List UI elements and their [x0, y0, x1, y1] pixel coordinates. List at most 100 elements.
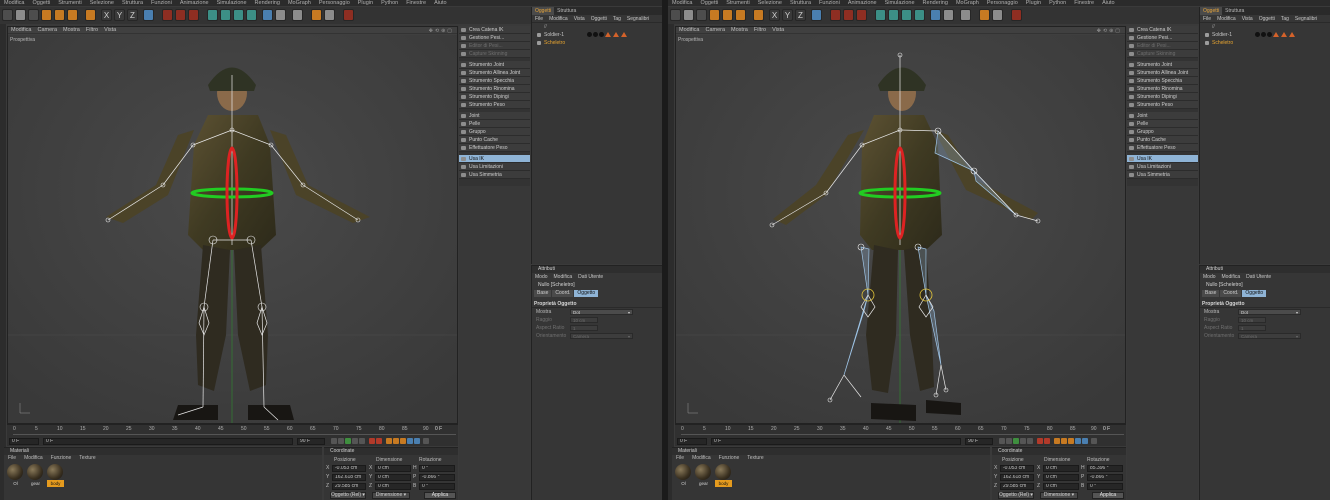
position-y-field[interactable]: 162.618 cm [332, 474, 366, 481]
rotation-p-field[interactable]: -0.866 ° [419, 474, 455, 481]
cmd-crea-catena-ik[interactable]: Crea Catena IK [1127, 26, 1198, 34]
array-icon[interactable] [914, 9, 925, 21]
material-menu-item[interactable]: Funzione [715, 455, 744, 462]
object-row-soldier[interactable]: Soldier-1 [532, 31, 662, 39]
menu-item[interactable]: Plugin [1022, 0, 1045, 6]
om-menu-item[interactable]: Oggetti [1256, 15, 1278, 23]
viewport-menu-item[interactable]: Vista [769, 27, 787, 34]
render-view-icon[interactable] [162, 9, 173, 21]
cmd-strumento-specchia[interactable]: Strumento Specchia [459, 77, 530, 85]
render-view-icon[interactable] [830, 9, 841, 21]
frame-range-slider[interactable]: 0 F [43, 438, 293, 445]
aspect-ratio-field[interactable]: 1 [1238, 325, 1266, 331]
orientamento-dropdown[interactable]: Camera [1238, 333, 1301, 340]
viewport-menu-item[interactable]: Mostra [60, 27, 83, 34]
go-to-end-icon[interactable] [359, 438, 365, 444]
render-settings-icon[interactable] [188, 9, 199, 21]
autokey-icon[interactable] [376, 438, 382, 444]
cube-icon[interactable] [875, 9, 886, 21]
material-tag-icon[interactable] [1255, 32, 1260, 37]
range-end-field[interactable]: 90 F [297, 438, 325, 445]
undo-icon[interactable] [2, 9, 13, 21]
menu-item[interactable]: Finestre [402, 0, 430, 6]
cmd-editor-di-pesi[interactable]: Editor di Pesi... [459, 42, 530, 50]
scene-3d-left[interactable]: Prospettiva [8, 35, 457, 423]
menu-item[interactable]: Aiuto [430, 0, 451, 6]
recent-tool-icon[interactable] [85, 9, 96, 21]
menu-item[interactable]: Funzioni [147, 0, 176, 6]
rotation-b-field[interactable]: 0 ° [419, 483, 455, 490]
viewport-menu-item[interactable]: Camera [702, 27, 728, 34]
record-keys-icon[interactable] [1037, 438, 1043, 444]
live-selection-icon[interactable] [696, 9, 707, 21]
weight-tag-icon[interactable] [1281, 32, 1287, 37]
rotate-icon[interactable] [67, 9, 78, 21]
am-menu-item[interactable]: Modo [1200, 273, 1219, 281]
material-tag-icon[interactable] [1261, 32, 1266, 37]
live-selection-icon[interactable] [28, 9, 39, 21]
om-menu-item[interactable]: Vista [1239, 15, 1256, 23]
om-menu-item[interactable]: File [532, 15, 546, 23]
material-tag-icon[interactable] [593, 32, 598, 37]
cmd-punto-cache[interactable]: Punto Cache [1127, 136, 1198, 144]
range-end-field[interactable]: 90 F [965, 438, 993, 445]
om-menu-item[interactable]: Vista [571, 15, 588, 23]
material-tag-icon[interactable] [587, 32, 592, 37]
cmd-strumento-rinomina[interactable]: Strumento Rinomina [1127, 85, 1198, 93]
size-y-field[interactable]: 0 cm [1043, 474, 1079, 481]
cmd-strumento-rinomina[interactable]: Strumento Rinomina [459, 85, 530, 93]
start-frame-field[interactable]: 0 F [677, 438, 707, 445]
start-frame-field[interactable]: 0 F [9, 438, 39, 445]
om-menu-item[interactable]: File [1200, 15, 1214, 23]
object-row-soldier[interactable]: Soldier-1 [1200, 31, 1330, 39]
cmd-usa-limitazioni[interactable]: Usa Limitazioni [1127, 163, 1198, 171]
menu-item[interactable]: Modifica [668, 0, 696, 6]
viewport-navigation-icons[interactable]: ✥⟲⊕▢ [429, 28, 454, 34]
viewport-menu-item[interactable]: Modifica [8, 27, 34, 34]
menu-item[interactable]: Strumenti [722, 0, 754, 6]
menu-item[interactable]: Selezione [86, 0, 118, 6]
material-menu-item[interactable]: Funzione [47, 455, 76, 462]
rotation-b-field[interactable]: 0 ° [1087, 483, 1123, 490]
menu-item[interactable]: MoGraph [284, 0, 315, 6]
coordinate-mode-dropdown[interactable]: Oggetto (Rel) ▾ [330, 492, 366, 499]
om-menu-item[interactable]: Modifica [546, 15, 571, 23]
om-menu-item[interactable]: Modifica [1214, 15, 1239, 23]
autokey-icon[interactable] [1044, 438, 1050, 444]
viewport-navigation-icons[interactable]: ✥⟲⊕▢ [1097, 28, 1122, 34]
keyframe-selection-icon[interactable] [1054, 438, 1060, 444]
cmd-crea-catena-ik[interactable]: Crea Catena IK [459, 26, 530, 34]
menu-item[interactable]: Modifica [0, 0, 28, 6]
play-icon[interactable] [1013, 438, 1019, 444]
cmd-strumento-specchia[interactable]: Strumento Specchia [1127, 77, 1198, 85]
viewport-perspective[interactable]: Modifica Camera Mostra Filtro Vista ✥⟲⊕▢ Pro… [675, 26, 1126, 424]
timeline[interactable]: 0 5 10 15 20 25 30 35 40 45 50 55 60 65 … [675, 424, 1126, 446]
pen-icon[interactable] [220, 9, 231, 21]
light-icon[interactable] [311, 9, 322, 21]
menu-item[interactable]: Oggetti [28, 0, 54, 6]
cmd-effettuatore-peso[interactable]: Effettuatore Peso [1127, 144, 1198, 152]
recent-tool-icon[interactable] [753, 9, 764, 21]
viewport-menu-item[interactable]: Filtro [83, 27, 101, 34]
size-x-field[interactable]: 0 cm [1043, 465, 1079, 472]
go-to-start-icon[interactable] [331, 438, 337, 444]
rotation-key-icon[interactable] [407, 438, 413, 444]
menu-item[interactable]: Rendering [919, 0, 952, 6]
subdivision-icon[interactable] [901, 9, 912, 21]
subdivision-icon[interactable] [233, 9, 244, 21]
mostra-dropdown[interactable]: Dot [570, 309, 633, 316]
object-row-scheletro[interactable]: Scheletro [1200, 39, 1330, 47]
am-menu-item[interactable]: Modifica [551, 273, 576, 281]
om-menu-item[interactable]: Segnalibri [624, 15, 652, 23]
floor-icon[interactable] [943, 9, 954, 21]
menu-item[interactable]: Python [1045, 0, 1070, 6]
redo-icon[interactable] [683, 9, 694, 21]
go-to-end-icon[interactable] [1027, 438, 1033, 444]
cmd-strumento-allinea-joint[interactable]: Strumento Allinea Joint [459, 69, 530, 77]
step-forward-icon[interactable] [1020, 438, 1026, 444]
cmd-usa-simmetria[interactable]: Usa Simmetria [1127, 171, 1198, 179]
weight-tag-icon[interactable] [613, 32, 619, 37]
x-axis-icon[interactable]: X [101, 9, 112, 21]
material-swatch[interactable]: Ol [675, 464, 692, 488]
menu-item[interactable]: Personaggio [315, 0, 354, 6]
